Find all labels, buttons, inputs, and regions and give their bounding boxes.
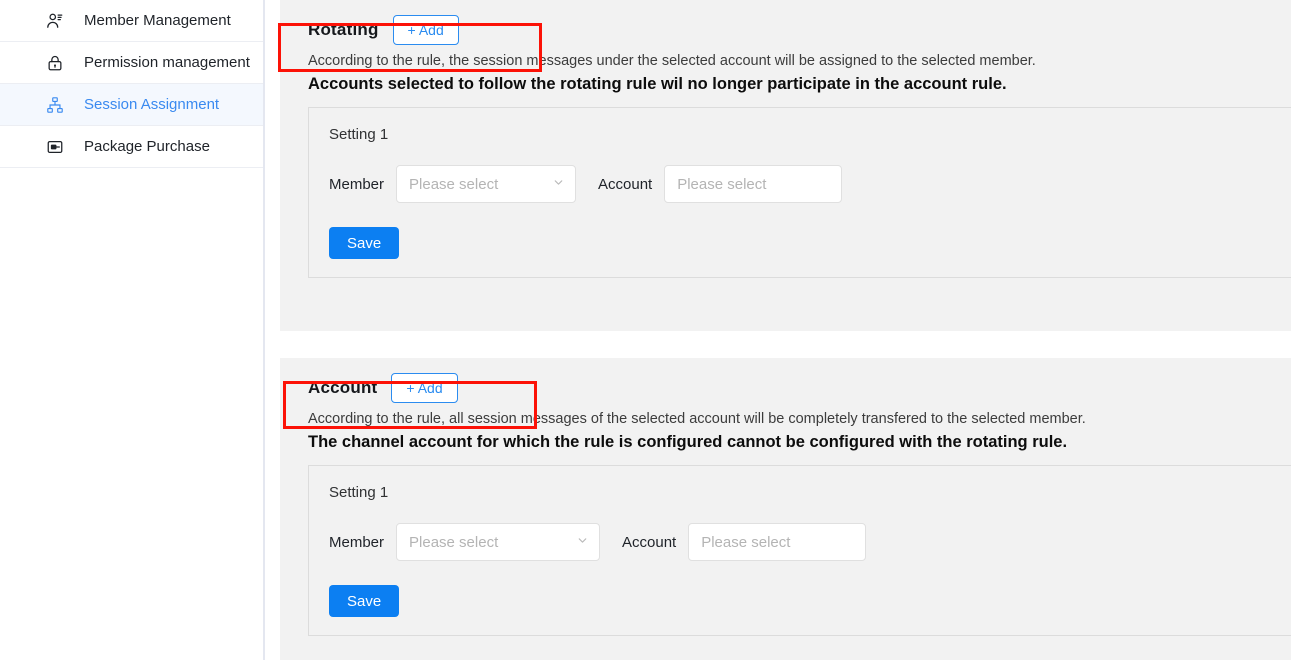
setting-title: Setting 1 xyxy=(329,126,389,143)
account-save-button[interactable]: Save xyxy=(329,585,400,617)
rotating-description: According to the rule, the session messa… xyxy=(308,53,1036,69)
sitemap-icon xyxy=(46,96,64,114)
account-input-placeholder: Please select xyxy=(701,533,791,551)
account-setting-card: Setting 1 Member Please select Account P… xyxy=(308,465,1291,636)
section-title: Rotating xyxy=(308,20,379,39)
account-label: Account xyxy=(622,533,677,551)
sidebar-item-label: Permission management xyxy=(84,54,250,71)
section-divider-gap xyxy=(280,331,1291,358)
rotating-warning: Accounts selected to follow the rotating… xyxy=(308,75,1007,93)
sidebar-item-package-purchase[interactable]: Package Purchase xyxy=(0,126,263,168)
rotating-account-input[interactable]: Please select xyxy=(664,165,843,203)
setting-title: Setting 1 xyxy=(329,484,389,501)
sidebar-item-label: Package Purchase xyxy=(84,138,210,155)
sidebar-item-permission-management[interactable]: Permission management xyxy=(0,42,263,84)
rotating-add-button[interactable]: + Add xyxy=(392,15,459,45)
sidebar-item-label: Session Assignment xyxy=(84,96,220,113)
rotating-form-row: Member Please select Account Please sele… xyxy=(329,165,1291,203)
account-form-row: Member Please select Account Please sele… xyxy=(329,523,1291,561)
rotating-save-button[interactable]: Save xyxy=(329,227,400,259)
sidebar-item-session-assignment[interactable]: Session Assignment xyxy=(0,84,263,126)
account-label: Account xyxy=(598,175,653,193)
sidebar: Member Management Permission management xyxy=(0,0,265,660)
user-list-icon xyxy=(46,12,64,30)
account-account-input[interactable]: Please select xyxy=(688,523,867,561)
rotating-member-select[interactable]: Please select xyxy=(396,165,577,203)
account-section-header: Account + Add xyxy=(280,370,1291,406)
sidebar-item-member-management[interactable]: Member Management xyxy=(0,0,263,42)
account-warning: The channel account for which the rule i… xyxy=(308,433,1068,451)
member-label: Member xyxy=(329,175,385,193)
account-member-select[interactable]: Please select xyxy=(396,523,601,561)
chevron-down-icon xyxy=(576,534,589,550)
chevron-down-icon xyxy=(552,176,565,192)
member-label: Member xyxy=(329,533,385,551)
lock-icon xyxy=(46,54,64,72)
package-card-icon xyxy=(46,138,64,156)
app-root: Member Management Permission management xyxy=(0,0,1291,660)
main-content: Rotating + Add According to the rule, th… xyxy=(265,0,1291,660)
rotating-section: Rotating + Add According to the rule, th… xyxy=(280,0,1291,331)
account-section: Account + Add According to the rule, all… xyxy=(280,358,1291,660)
member-select-placeholder: Please select xyxy=(409,533,499,551)
member-select-placeholder: Please select xyxy=(409,175,499,193)
section-title: Account xyxy=(308,378,378,397)
rotating-setting-card: Setting 1 Member Please select Account P… xyxy=(308,107,1291,278)
sidebar-item-label: Member Management xyxy=(84,12,231,29)
account-description: According to the rule, all session messa… xyxy=(308,411,1086,427)
rotating-section-header: Rotating + Add xyxy=(280,12,1291,48)
account-add-button[interactable]: + Add xyxy=(391,373,458,403)
account-input-placeholder: Please select xyxy=(677,175,767,193)
